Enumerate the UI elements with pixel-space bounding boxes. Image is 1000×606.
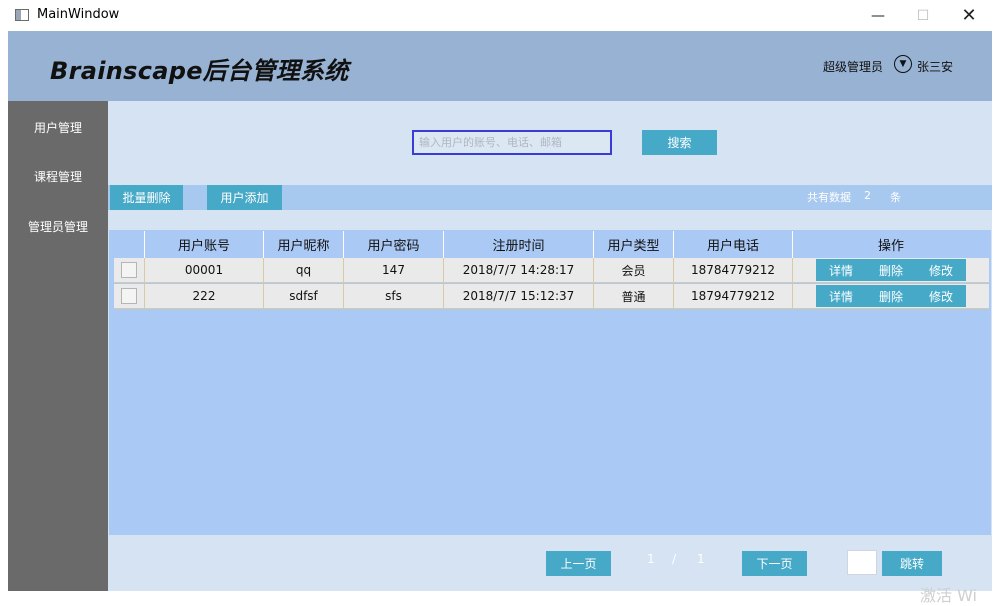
app-header: Brainscape后台管理系统 超级管理员 ▼ 张三安 (8, 31, 992, 101)
column-header-select (114, 231, 145, 258)
jump-button[interactable]: 跳转 (882, 551, 942, 576)
window-app-icon (15, 9, 29, 21)
main-content: 搜索 批量删除 用户添加 共有数据 2 条 用户账号 用户昵称 用户密码 注册时… (108, 101, 992, 591)
cell-registered: 2018/7/7 14:28:17 (444, 258, 594, 283)
edit-button[interactable]: 修改 (916, 288, 966, 305)
search-button[interactable]: 搜索 (642, 130, 717, 155)
title-bar: MainWindow — ☐ ✕ (0, 0, 1000, 31)
activation-watermark: 激活 Wi (920, 586, 978, 605)
total-pages: 1 (697, 552, 705, 566)
delete-button[interactable]: 删除 (866, 262, 916, 279)
column-header-password: 用户密码 (344, 231, 444, 258)
row-select-cell (114, 258, 145, 283)
page-separator: / (672, 552, 677, 566)
table-header: 用户账号 用户昵称 用户密码 注册时间 用户类型 用户电话 操作 (114, 231, 989, 258)
minimize-icon[interactable]: — (855, 0, 901, 31)
jump-page-input[interactable] (847, 550, 877, 575)
cell-account: 00001 (145, 258, 264, 283)
brand-title: Brainscape后台管理系统 (50, 57, 349, 85)
column-header-actions: 操作 (877, 239, 904, 254)
column-header-nickname: 用户昵称 (264, 231, 344, 258)
cell-type: 会员 (594, 258, 674, 283)
cell-registered: 2018/7/7 15:12:37 (444, 284, 594, 309)
cell-type: 普通 (594, 284, 674, 309)
user-name[interactable]: 张三安 (917, 58, 953, 75)
column-header-type: 用户类型 (594, 231, 674, 258)
batch-delete-button[interactable]: 批量删除 (110, 185, 183, 210)
user-role: 超级管理员 (823, 60, 884, 74)
cell-account: 222 (145, 284, 264, 309)
record-count-unit: 条 (890, 191, 901, 204)
detail-button[interactable]: 详情 (816, 262, 866, 279)
row-actions: 详情 删除 修改 (816, 285, 966, 307)
column-header-phone: 用户电话 (674, 231, 793, 258)
column-header-account: 用户账号 (145, 231, 264, 258)
record-count-label: 共有数据 (807, 191, 851, 204)
pagination: 上一页 1 / 1 下一页 跳转 (108, 535, 992, 591)
cell-nickname: qq (264, 258, 344, 283)
detail-button[interactable]: 详情 (816, 288, 866, 305)
sidebar: 用户管理 课程管理 管理员管理 (8, 101, 108, 591)
table-row: 00001 qq 147 2018/7/7 14:28:17 会员 187847… (114, 258, 989, 283)
search-input[interactable] (412, 130, 612, 155)
row-actions: 详情 删除 修改 (816, 259, 966, 281)
add-user-button[interactable]: 用户添加 (207, 185, 282, 210)
column-header-registered: 注册时间 (444, 231, 594, 258)
maximize-icon[interactable]: ☐ (900, 0, 946, 31)
window-title: MainWindow (37, 7, 120, 22)
main-window: MainWindow — ☐ ✕ Brainscape后台管理系统 超级管理员 … (0, 0, 1000, 605)
current-page: 1 (647, 552, 655, 566)
sidebar-item-course-management[interactable]: 课程管理 (8, 168, 108, 185)
row-checkbox[interactable] (121, 288, 137, 304)
cell-nickname: sdfsf (264, 284, 344, 309)
row-select-cell (114, 284, 145, 309)
delete-button[interactable]: 删除 (866, 288, 916, 305)
cell-password: 147 (344, 258, 444, 283)
cell-phone: 18784779212 (674, 258, 793, 283)
sidebar-item-admin-management[interactable]: 管理员管理 (8, 218, 108, 235)
edit-button[interactable]: 修改 (916, 262, 966, 279)
close-icon[interactable]: ✕ (946, 0, 992, 31)
chevron-down-icon[interactable]: ▼ (894, 55, 912, 73)
next-page-button[interactable]: 下一页 (742, 551, 807, 576)
table-row: 222 sdfsf sfs 2018/7/7 15:12:37 普通 18794… (114, 284, 989, 309)
record-count-value: 2 (864, 189, 871, 202)
sidebar-item-user-management[interactable]: 用户管理 (8, 119, 108, 136)
user-table: 用户账号 用户昵称 用户密码 注册时间 用户类型 用户电话 操作 00001 q… (109, 230, 991, 535)
cell-password: sfs (344, 284, 444, 309)
row-checkbox[interactable] (121, 262, 137, 278)
cell-phone: 18794779212 (674, 284, 793, 309)
prev-page-button[interactable]: 上一页 (546, 551, 611, 576)
